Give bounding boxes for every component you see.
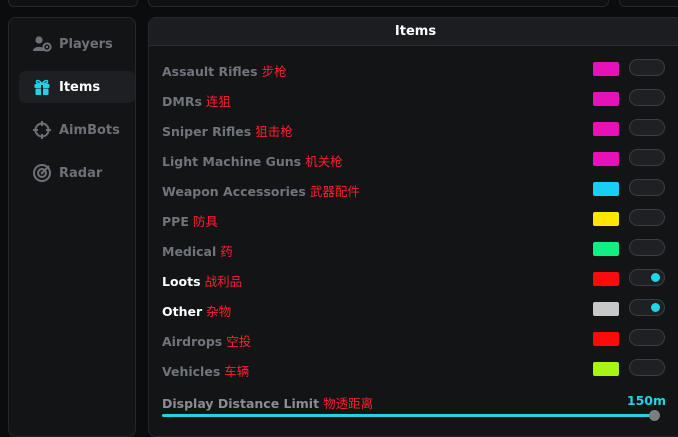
color-swatch[interactable] (593, 242, 619, 256)
item-label: Airdrops 空投 (162, 334, 252, 349)
nav-label-items: Items (59, 79, 101, 95)
item-label: Weapon Accessories 武器配件 (162, 184, 360, 199)
distance-slider-thumb[interactable] (649, 410, 660, 421)
item-label-cn: 车辆 (224, 364, 250, 379)
panel-title: Items (149, 18, 678, 46)
top-frame-center (148, 0, 609, 7)
color-swatch[interactable] (593, 212, 619, 226)
color-swatch[interactable] (593, 362, 619, 376)
color-swatch[interactable] (593, 92, 619, 106)
item-label: Other 杂物 (162, 304, 232, 319)
item-row-assault-rifles: Assault Rifles 步枪 (162, 59, 672, 79)
item-label: Light Machine Guns 机关枪 (162, 154, 343, 169)
item-label: Assault Rifles 步枪 (162, 64, 287, 79)
item-row-dmrs: DMRs 连狙 (162, 89, 672, 109)
item-toggle[interactable] (629, 299, 665, 316)
item-row-sniper-rifles: Sniper Rifles 狙击枪 (162, 119, 672, 139)
players-settings-icon (32, 34, 52, 54)
item-toggle[interactable] (629, 149, 665, 166)
item-label-cn: 狙击枪 (255, 124, 293, 139)
color-swatch[interactable] (593, 152, 619, 166)
item-label-cn: 战利品 (204, 274, 243, 289)
gift-box-icon (32, 77, 52, 97)
item-label: Sniper Rifles 狙击枪 (162, 124, 293, 139)
distance-limit-label: Display Distance Limit 物透距离 (162, 396, 374, 411)
item-label: Vehicles 车辆 (162, 364, 250, 379)
item-toggle[interactable] (629, 239, 665, 256)
item-label-cn: 武器配件 (309, 184, 360, 199)
crosshair-icon (32, 120, 52, 140)
item-row-loots: Loots 战利品 (162, 269, 672, 289)
color-swatch[interactable] (593, 182, 619, 196)
item-toggle[interactable] (629, 359, 665, 376)
distance-limit-cn: 物透距离 (323, 396, 374, 411)
item-row-ppe: PPE 防具 (162, 209, 672, 229)
item-label-cn: 杂物 (206, 304, 232, 319)
item-row-light-machine-guns: Light Machine Guns 机关枪 (162, 149, 672, 169)
nav-label-radar: Radar (59, 165, 103, 181)
item-label-cn: 空投 (226, 334, 252, 349)
item-row-other: Other 杂物 (162, 299, 672, 319)
color-swatch[interactable] (593, 122, 619, 136)
distance-limit-value: 150m (626, 393, 666, 408)
distance-limit-row: Display Distance Limit 物透距离 150m (162, 391, 672, 411)
item-toggle[interactable] (629, 59, 665, 76)
item-label: Medical 药 (162, 244, 233, 259)
items-panel: Items Assault Rifles 步枪 DMRs 连狙 Sniper Rifle… (148, 17, 678, 437)
item-row-vehicles: Vehicles 车辆 (162, 359, 672, 379)
item-label: PPE 防具 (162, 214, 218, 229)
nav-item-items[interactable]: Items (19, 71, 135, 103)
radar-icon (32, 163, 52, 183)
item-toggle[interactable] (629, 89, 665, 106)
color-swatch[interactable] (593, 272, 619, 286)
item-label-cn: 药 (220, 244, 233, 259)
item-toggle[interactable] (629, 209, 665, 226)
nav-item-aimbots[interactable]: AimBots (19, 114, 135, 146)
item-toggle[interactable] (629, 179, 665, 196)
color-swatch[interactable] (593, 62, 619, 76)
toggle-knob (651, 303, 660, 312)
top-frame-left (8, 0, 138, 7)
nav-item-radar[interactable]: Radar (19, 157, 135, 189)
item-label-cn: 防具 (192, 214, 218, 229)
top-frame-right (619, 0, 678, 7)
color-swatch[interactable] (593, 302, 619, 316)
item-toggle[interactable] (629, 329, 665, 346)
item-toggle[interactable] (629, 269, 665, 286)
toggle-knob (651, 273, 660, 282)
item-toggle[interactable] (629, 119, 665, 136)
nav-item-players[interactable]: Players (19, 28, 135, 60)
item-label: DMRs 连狙 (162, 94, 231, 109)
item-label: Loots 战利品 (162, 274, 243, 289)
item-row-medical: Medical 药 (162, 239, 672, 259)
item-label-cn: 连狙 (205, 94, 231, 109)
item-label-cn: 机关枪 (305, 154, 343, 169)
nav-label-aimbots: AimBots (59, 122, 120, 138)
distance-slider-track[interactable] (162, 414, 654, 417)
item-row-airdrops: Airdrops 空投 (162, 329, 672, 349)
sidebar: Players Items AimBots Radar (8, 17, 136, 437)
item-row-weapon-accessories: Weapon Accessories 武器配件 (162, 179, 672, 199)
nav-label-players: Players (59, 36, 113, 52)
color-swatch[interactable] (593, 332, 619, 346)
item-label-cn: 步枪 (261, 64, 287, 79)
